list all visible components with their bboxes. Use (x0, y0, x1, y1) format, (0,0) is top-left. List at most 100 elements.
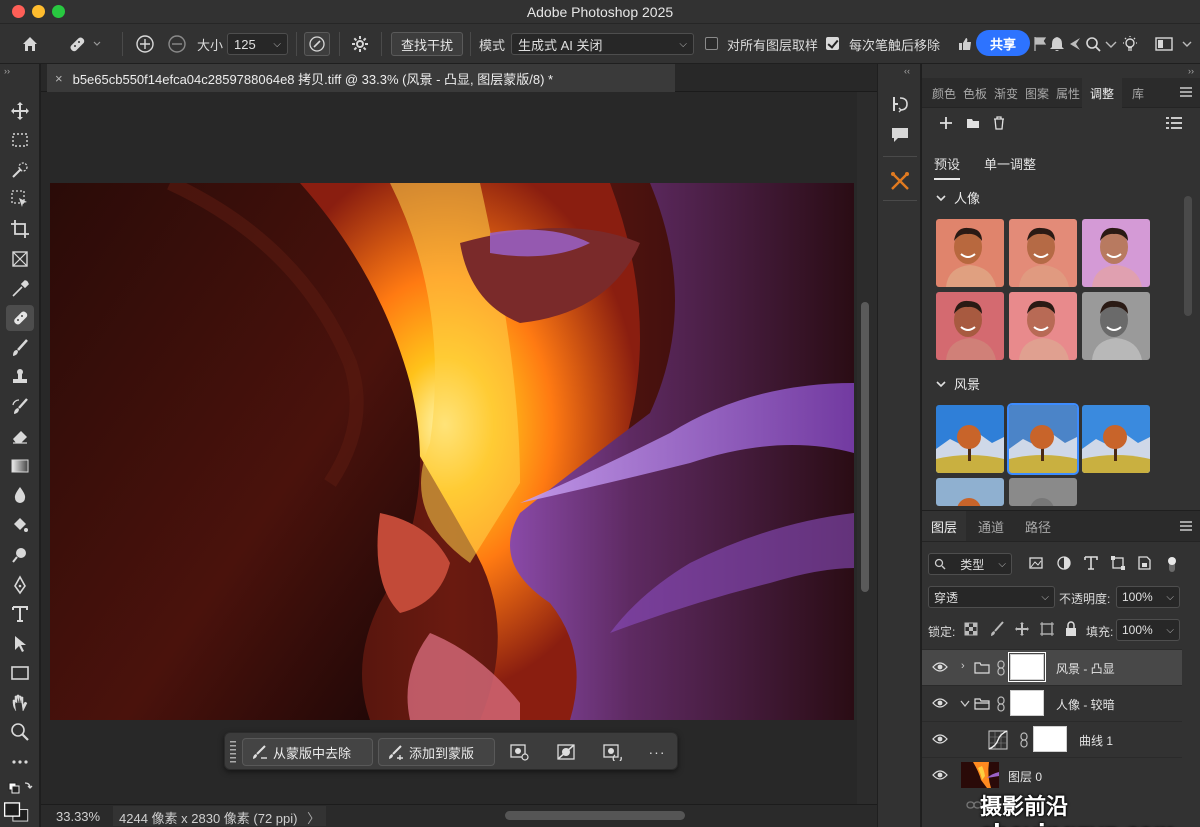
preset-thumbnail[interactable] (1082, 292, 1150, 360)
add-to-mask-button[interactable]: 添加到蒙版 (378, 738, 495, 766)
move-tool-icon[interactable] (6, 98, 34, 124)
layer-row[interactable]: 曲线 1 (922, 721, 1182, 757)
layer-row[interactable]: › 风景 - 凸显 (922, 649, 1182, 685)
chevron-down-icon[interactable] (960, 700, 970, 708)
remove-tool-preset-icon[interactable] (64, 32, 104, 56)
eye-icon[interactable] (932, 697, 948, 709)
paint-bucket-tool-icon[interactable] (6, 512, 34, 538)
tab-properties[interactable]: 属性 (1056, 78, 1080, 108)
zoom-tool-icon[interactable] (6, 719, 34, 745)
zoom-level[interactable]: 33.33% (56, 809, 100, 824)
remove-tool-icon[interactable] (6, 305, 34, 331)
home-icon[interactable] (19, 32, 41, 56)
object-select-tool-icon[interactable] (6, 186, 34, 212)
workspace-icon[interactable] (1152, 32, 1178, 56)
collapse-icon[interactable]: ›› (4, 66, 10, 76)
share-button[interactable]: 共享 (976, 30, 1030, 56)
object-selection-tool-icon[interactable] (6, 157, 34, 183)
folder-icon[interactable] (966, 116, 980, 133)
tab-color[interactable]: 颜色 (932, 78, 956, 108)
more-options-icon[interactable]: ··· (643, 738, 671, 766)
gen-ai-icon[interactable] (1065, 32, 1085, 56)
pen-tool-icon[interactable] (6, 572, 34, 598)
sample-all-layers-checkbox[interactable] (705, 37, 718, 50)
comments-panel-icon[interactable] (887, 122, 913, 148)
tab-libraries[interactable]: 库 (1132, 78, 1144, 108)
frame-tool-icon[interactable] (6, 246, 34, 272)
find-distractions-button[interactable]: 查找干扰 (391, 32, 463, 56)
remove-from-mask-button[interactable]: 从蒙版中去除 (242, 738, 373, 766)
history-brush-tool-icon[interactable] (6, 394, 34, 420)
lock-all-icon[interactable] (1064, 621, 1078, 640)
brush-tool-icon[interactable] (6, 335, 34, 361)
eyedropper-tool-icon[interactable] (6, 276, 34, 302)
layer-row[interactable]: 图层 0 (922, 757, 1182, 793)
eye-icon[interactable] (932, 769, 948, 781)
crop-tool-icon[interactable] (6, 216, 34, 242)
disable-mask-icon[interactable] (552, 738, 580, 766)
group-landscape[interactable]: 风景 (936, 374, 980, 393)
hand-tool-icon[interactable] (6, 690, 34, 716)
close-icon[interactable]: × (55, 71, 63, 86)
preset-thumbnail[interactable] (1009, 292, 1077, 360)
lock-pixels-icon[interactable] (989, 621, 1005, 640)
type-tool-icon[interactable] (6, 601, 34, 627)
opacity-input[interactable]: 100% ⌵ (1116, 586, 1180, 608)
filter-type-icon[interactable] (1083, 555, 1099, 574)
fill-input[interactable]: 100% ⌵ (1116, 619, 1180, 641)
invert-mask-icon[interactable] (599, 738, 627, 766)
collapse-icon[interactable]: ›› (1188, 66, 1194, 76)
preset-thumbnail[interactable] (1007, 403, 1079, 475)
size-input[interactable]: 125 ⌵ (227, 33, 288, 55)
vertical-scrollbar[interactable] (857, 92, 877, 804)
more-tools-icon[interactable] (6, 749, 34, 775)
filter-shape-icon[interactable] (1110, 555, 1126, 574)
layer-name[interactable]: 曲线 1 (1079, 732, 1113, 749)
stamp-tool-icon[interactable] (6, 364, 34, 390)
tab-paths[interactable]: 路径 (1025, 511, 1051, 541)
list-view-icon[interactable] (1166, 116, 1182, 133)
bell-icon[interactable] (1047, 32, 1067, 56)
add-icon[interactable] (939, 116, 953, 133)
layer-mask-thumbnail[interactable] (1008, 652, 1046, 682)
tab-channels[interactable]: 通道 (978, 511, 1004, 541)
tab-gradients[interactable]: 渐变 (994, 78, 1018, 108)
preset-thumbnail[interactable] (936, 478, 1004, 506)
panel-menu-icon[interactable] (1180, 86, 1192, 101)
preset-thumbnail[interactable] (936, 292, 1004, 360)
preset-thumbnail[interactable] (1082, 405, 1150, 473)
mode-select[interactable]: 生成式 AI 关闭 ⌵ (511, 33, 694, 55)
blur-tool-icon[interactable] (6, 482, 34, 508)
link-icon[interactable] (996, 696, 1006, 712)
app-menu-icon[interactable] (1101, 32, 1121, 56)
filter-toggle-icon[interactable] (1166, 555, 1178, 576)
layer-name[interactable]: 风景 - 凸显 (1056, 660, 1115, 677)
lock-position-icon[interactable] (1014, 621, 1030, 640)
link-icon[interactable] (1019, 732, 1029, 748)
layer-mask-thumbnail[interactable] (1033, 726, 1067, 752)
lock-transparent-icon[interactable] (964, 622, 978, 639)
gear-icon[interactable] (349, 32, 371, 56)
document-tab[interactable]: × b5e65cb550f14efca04c2859788064e8 拷贝.ti… (47, 64, 675, 92)
chevron-down-icon[interactable] (1178, 32, 1196, 56)
preset-thumbnail[interactable] (936, 405, 1004, 473)
dodge-tool-icon[interactable] (6, 542, 34, 568)
filter-adjustment-icon[interactable] (1056, 555, 1072, 574)
pen-pressure-icon[interactable] (304, 32, 330, 56)
eye-icon[interactable] (932, 733, 948, 745)
tab-patterns[interactable]: 图案 (1025, 78, 1049, 108)
layer-thumbnail[interactable] (961, 762, 999, 788)
tab-adjustments[interactable]: 调整 (1082, 78, 1122, 108)
layer-name[interactable]: 人像 - 较暗 (1056, 696, 1115, 713)
rectangle-tool-icon[interactable] (6, 660, 34, 686)
layer-name[interactable]: 图层 0 (1008, 768, 1042, 785)
search-icon[interactable] (1083, 32, 1103, 56)
thumbs-up-icon[interactable] (956, 32, 974, 56)
tab-swatches[interactable]: 色板 (963, 78, 987, 108)
remove-after-stroke-checkbox[interactable] (826, 37, 839, 50)
preset-thumbnail[interactable] (1009, 219, 1077, 287)
color-swatches-icon[interactable] (3, 799, 31, 825)
preset-thumbnail[interactable] (936, 219, 1004, 287)
tab-presets[interactable]: 预设 (934, 154, 961, 180)
eye-icon[interactable] (932, 661, 948, 673)
